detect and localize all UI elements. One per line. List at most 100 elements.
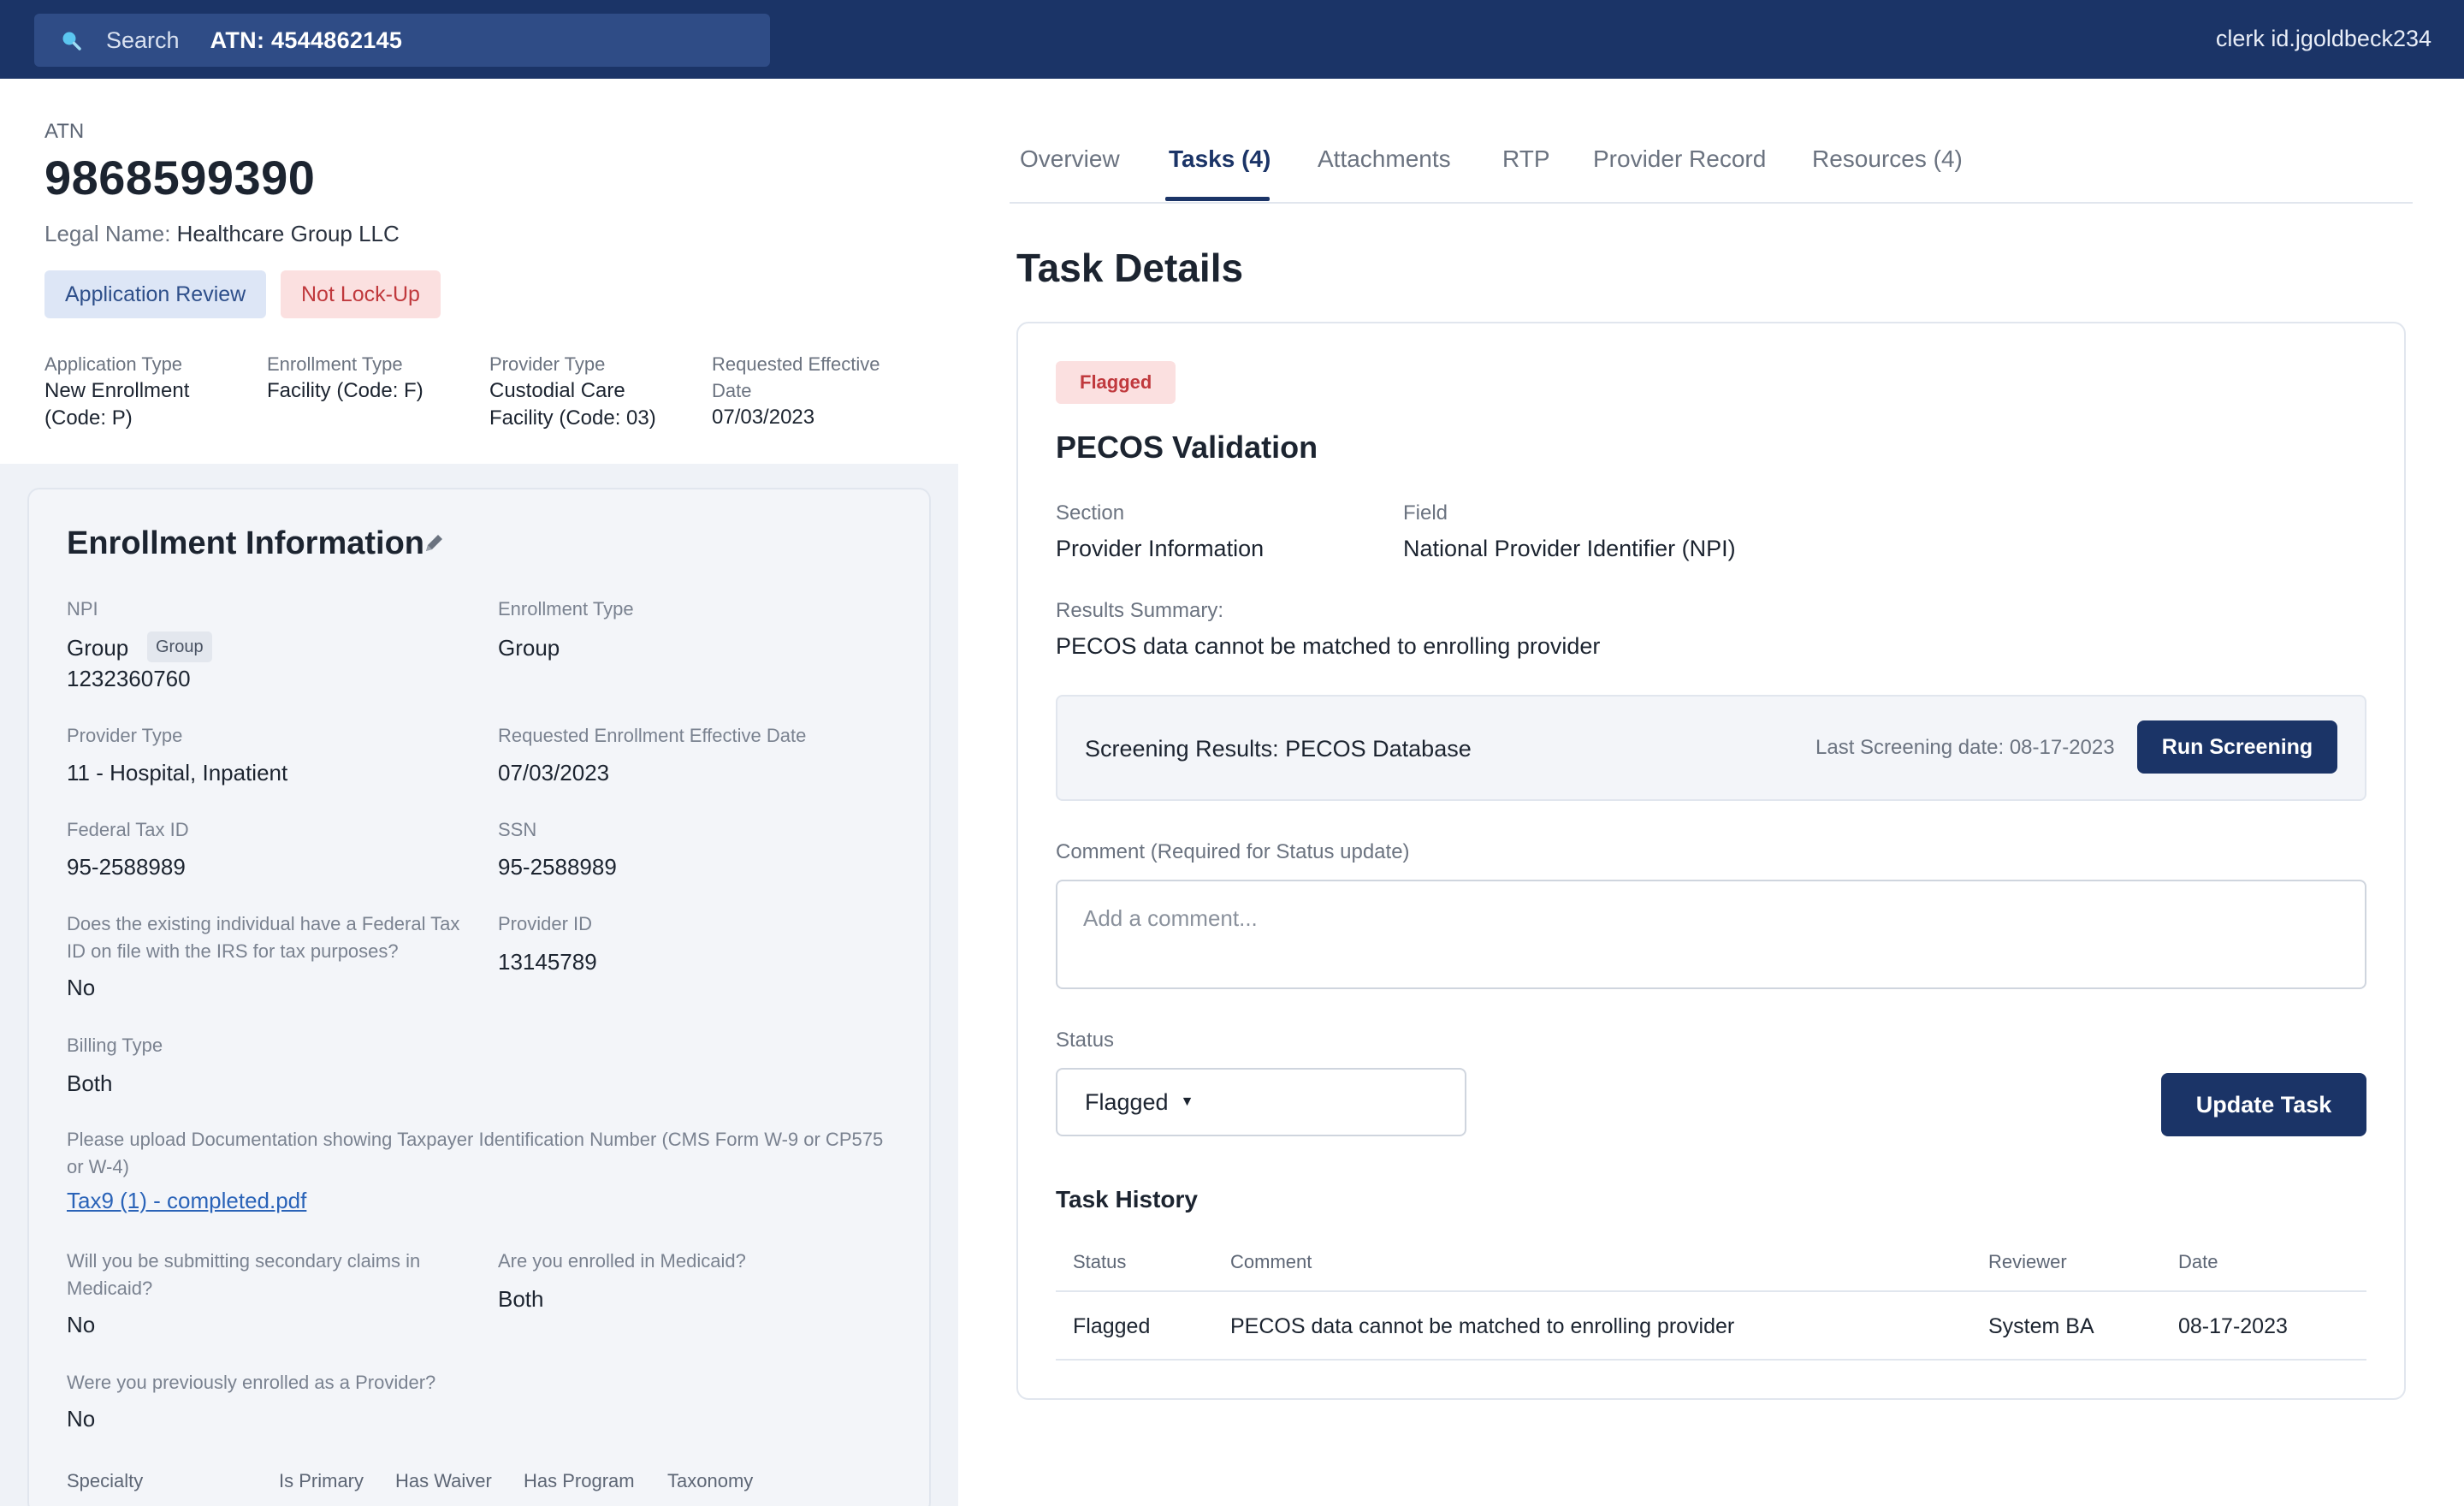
legal-name-label: Legal Name: [44, 221, 171, 246]
federal-tax-id-value: 95-2588989 [67, 854, 186, 880]
has-program-column-header: Has Program [524, 1470, 635, 1491]
update-task-button[interactable]: Update Task [2161, 1073, 2366, 1136]
requested-effective-date-meta: Requested Effective Date 07/03/2023 [712, 351, 926, 431]
atn-number: 9868599390 [44, 151, 316, 205]
status-selected-value: Flagged [1085, 1088, 1169, 1115]
tab-resources[interactable]: Resources (4) [1812, 145, 1963, 173]
meta-value: New Enrollment [44, 379, 190, 402]
atn-label: ATN [44, 120, 85, 143]
detail-tabs: Overview Tasks (4) Attachments RTP Provi… [1010, 128, 2413, 204]
provider-type-meta: Provider Type Custodial Care Facility (C… [489, 351, 703, 432]
history-column-comment: Comment [1230, 1251, 1312, 1272]
meta-value: Facility (Code: F) [267, 379, 424, 402]
history-column-status: Status [1073, 1251, 1127, 1272]
active-tab-indicator [1165, 197, 1270, 201]
history-cell-comment: PECOS data cannot be matched to enrollin… [1230, 1314, 1735, 1338]
meta-value: Custodial Care [489, 379, 625, 402]
results-summary-label: Results Summary: [1056, 599, 1224, 622]
billing-type-label: Billing Type [67, 1035, 163, 1056]
is-primary-column-header: Is Primary [279, 1470, 364, 1491]
history-cell-reviewer: System BA [1988, 1314, 2094, 1338]
search-icon [60, 29, 82, 51]
legal-name-value: Healthcare Group LLC [176, 221, 400, 246]
upload-question-line2: or W-4) [67, 1156, 129, 1177]
has-waiver-column-header: Has Waiver [395, 1470, 492, 1491]
meta-label: Application Type [44, 353, 183, 375]
comment-label: Comment (Required for Status update) [1056, 840, 1410, 863]
history-header-divider [1056, 1290, 2366, 1292]
meta-value: 07/03/2023 [712, 406, 815, 429]
meta-value: Facility (Code: 03) [489, 406, 656, 430]
requested-date-value: 07/03/2023 [498, 760, 610, 786]
meta-label: Date [712, 380, 752, 401]
history-row-divider [1056, 1359, 2366, 1361]
tab-rtp[interactable]: RTP [1502, 145, 1550, 173]
npi-number: 1232360760 [67, 666, 191, 691]
task-name: PECOS Validation [1056, 430, 1318, 465]
billing-type-value: Both [67, 1070, 113, 1096]
edit-pencil-icon[interactable] [421, 531, 447, 556]
specialty-column-header: Specialty [67, 1470, 144, 1491]
tax-document-link[interactable]: Tax9 (1) - completed.pdf [67, 1188, 306, 1214]
enrollment-type-label: Enrollment Type [498, 598, 634, 620]
irs-answer: No [67, 975, 96, 1000]
chevron-down-icon: ▼ [1180, 1094, 1194, 1109]
results-summary-value: PECOS data cannot be matched to enrollin… [1056, 633, 1601, 659]
field-value: National Provider Identifier (NPI) [1403, 536, 1736, 561]
medicaid-answer: Both [498, 1286, 544, 1312]
search-query[interactable]: ATN: 4544862145 [210, 27, 403, 54]
group-chip: Group [147, 631, 212, 662]
history-cell-date: 08-17-2023 [2178, 1314, 2288, 1338]
taxonomy-column-header: Taxonomy [667, 1470, 754, 1491]
upload-question-line1: Please upload Documentation showing Taxp… [67, 1129, 884, 1150]
section-value: Provider Information [1056, 536, 1265, 561]
npi-type: Group [67, 635, 129, 661]
tab-overview[interactable]: Overview [1020, 145, 1120, 173]
last-screening-date: Last Screening date: 08-17-2023 [1815, 736, 2115, 759]
top-navigation-bar: Search ATN: 4544862145 clerk id.jgoldbec… [0, 0, 2464, 79]
provider-type-value: 11 - Hospital, Inpatient [67, 760, 288, 786]
medicaid-question: Are you enrolled in Medicaid? [498, 1250, 746, 1272]
tab-tasks[interactable]: Tasks (4) [1169, 145, 1270, 173]
task-details-title: Task Details [1016, 246, 1244, 290]
secondary-claims-question-line1: Will you be submitting secondary claims … [67, 1250, 421, 1272]
provider-type-label: Provider Type [67, 725, 183, 746]
status-dropdown[interactable]: Flagged ▼ [1056, 1068, 1466, 1136]
federal-tax-id-label: Federal Tax ID [67, 819, 189, 840]
secondary-claims-question-line2: Medicaid? [67, 1278, 153, 1299]
provider-id-label: Provider ID [498, 913, 593, 934]
enrollment-type-value: Group [498, 635, 560, 661]
previous-enrollment-answer: No [67, 1406, 96, 1432]
provider-id-value: 13145789 [498, 949, 597, 975]
application-review-badge: Application Review [44, 270, 267, 318]
not-lock-up-badge: Not Lock-Up [281, 270, 441, 318]
meta-label: Enrollment Type [267, 353, 403, 375]
ssn-value: 95-2588989 [498, 854, 617, 880]
irs-question-line2: ID on file with the IRS for tax purposes… [67, 940, 399, 962]
npi-label: NPI [67, 598, 98, 620]
comment-input[interactable] [1056, 880, 2366, 989]
user-id-label[interactable]: clerk id.jgoldbeck234 [2216, 26, 2431, 52]
field-label: Field [1403, 501, 1448, 525]
meta-label: Requested Effective [712, 353, 880, 375]
meta-value: (Code: P) [44, 406, 133, 430]
history-cell-status: Flagged [1073, 1314, 1151, 1338]
status-label: Status [1056, 1029, 1115, 1052]
tab-provider-record[interactable]: Provider Record [1593, 145, 1766, 173]
search-label: Search [106, 27, 180, 53]
previous-enrollment-question: Were you previously enrolled as a Provid… [67, 1372, 436, 1393]
run-screening-button[interactable]: Run Screening [2137, 720, 2337, 774]
screening-results-title: Screening Results: PECOS Database [1085, 736, 1472, 762]
task-history-title: Task History [1056, 1186, 1198, 1213]
tab-attachments[interactable]: Attachments [1318, 145, 1451, 173]
ssn-label: SSN [498, 819, 537, 840]
history-column-reviewer: Reviewer [1988, 1251, 2067, 1272]
secondary-claims-answer: No [67, 1312, 96, 1337]
search-bar[interactable]: Search ATN: 4544862145 [34, 14, 770, 67]
section-label: Section [1056, 501, 1125, 525]
flagged-badge: Flagged [1056, 361, 1176, 404]
enrollment-information-title: Enrollment Information [67, 525, 424, 561]
history-column-date: Date [2178, 1251, 2218, 1272]
application-type-meta: Application Type New Enrollment (Code: P… [44, 351, 258, 432]
irs-question-line1: Does the existing individual have a Fede… [67, 913, 460, 934]
